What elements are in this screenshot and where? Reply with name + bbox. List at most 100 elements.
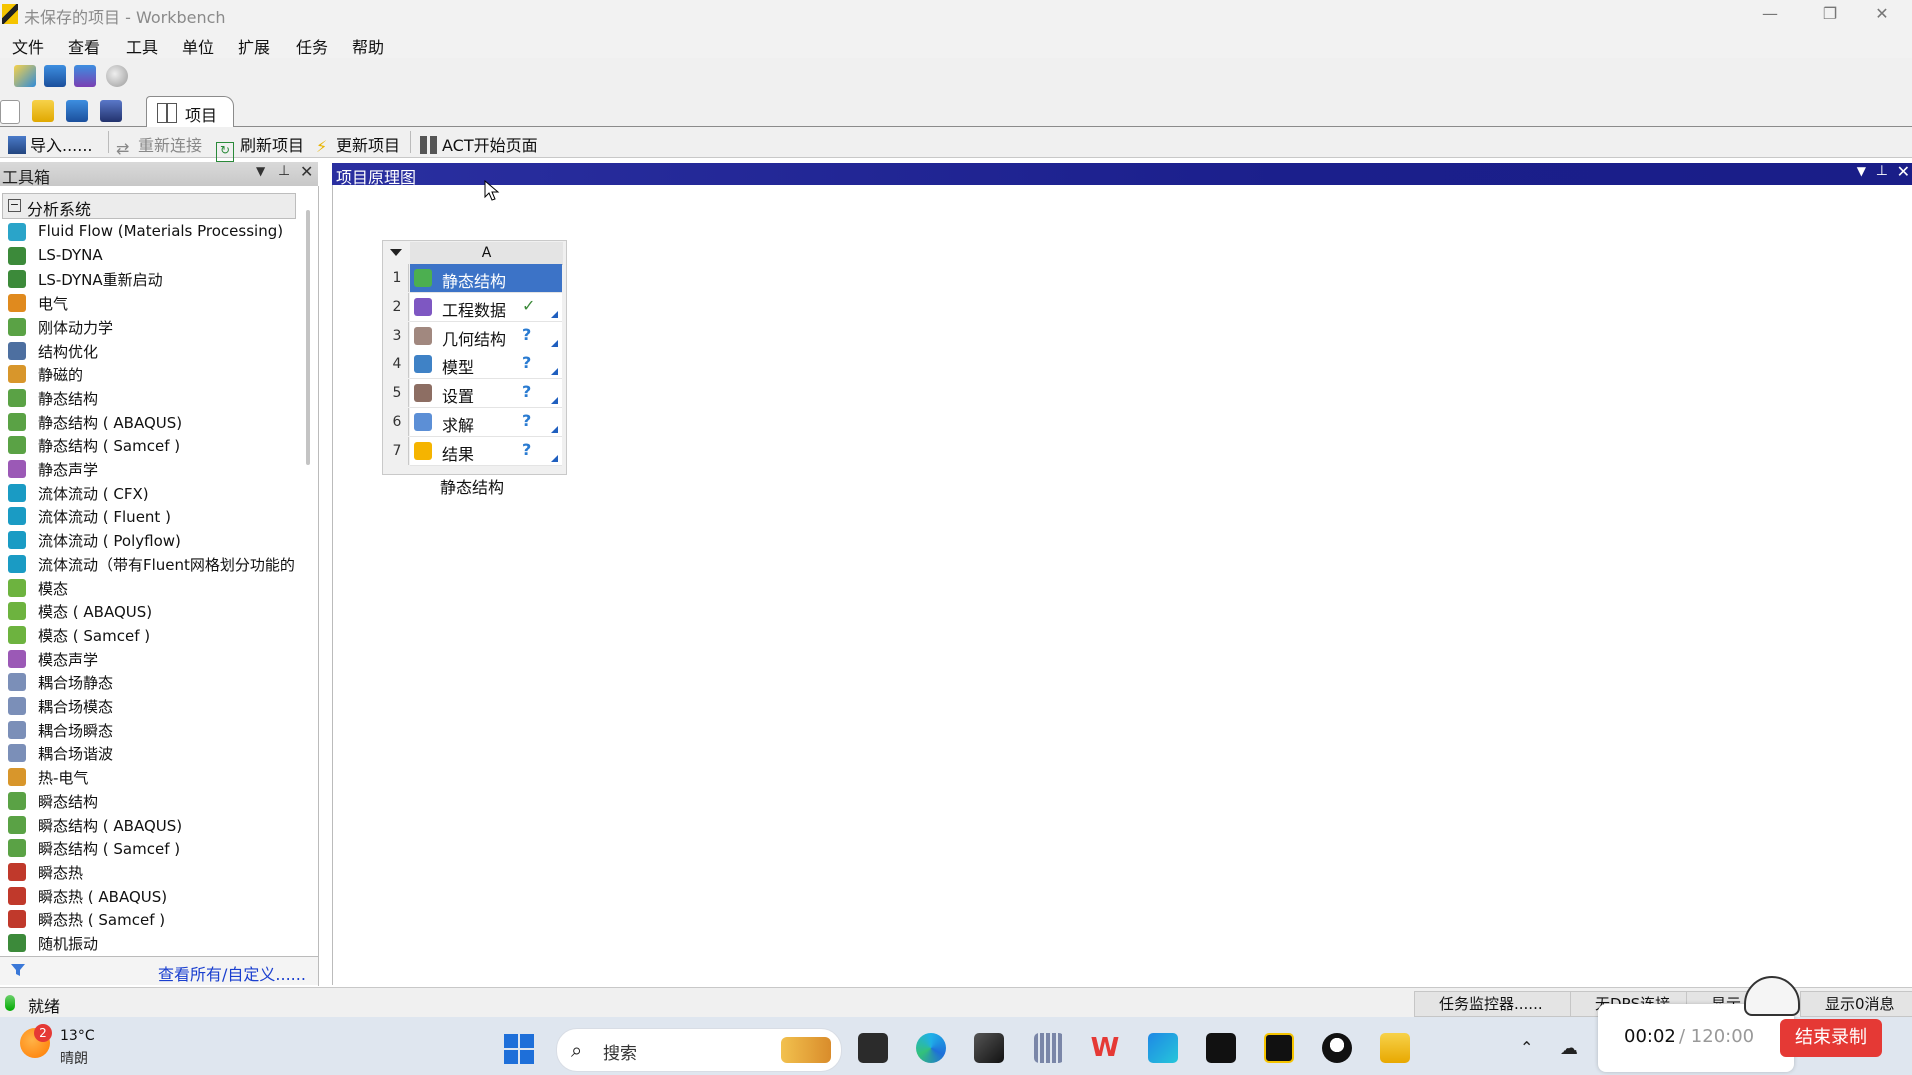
task-monitor-button[interactable]: 任务监控器...... <box>1414 991 1578 1017</box>
schematic-canvas[interactable] <box>332 185 1912 985</box>
toolbox-item[interactable]: 瞬态结构 ( Samcef ) <box>8 836 298 859</box>
toolbox-item[interactable]: 耦合场模态 <box>8 694 298 717</box>
system-cell-row[interactable]: 6 求解? <box>386 408 562 437</box>
feishu-app-icon[interactable] <box>1148 1033 1178 1063</box>
system-cell[interactable]: 模型? <box>410 350 562 380</box>
edge-browser-icon[interactable] <box>916 1033 946 1063</box>
pin-icon[interactable]: ⊥ <box>278 163 290 179</box>
end-recording-button[interactable]: 结束录制 <box>1780 1019 1882 1057</box>
toolbox-item[interactable]: Fluid Flow (Materials Processing) <box>8 220 298 243</box>
toolbox-item[interactable]: LS-DYNA重新启动 <box>8 267 298 290</box>
toolbox-item[interactable]: 流体流动 ( CFX) <box>8 481 298 504</box>
toolbox-item[interactable]: 瞬态热 <box>8 860 298 883</box>
new-icon[interactable] <box>14 65 36 87</box>
pin-icon[interactable]: ⊥ <box>1876 163 1888 179</box>
menu-extensions[interactable]: 扩展 <box>238 34 270 58</box>
system-cell-row[interactable]: 7 结果? <box>386 436 562 466</box>
toolbox-item[interactable]: 静态声学 <box>8 457 298 480</box>
save-as-icon[interactable] <box>74 65 96 87</box>
system-cell-row[interactable]: 4 模型? <box>386 350 562 380</box>
system-dropdown-icon[interactable] <box>388 244 404 260</box>
toolbox-item[interactable]: 刚体动力学 <box>8 315 298 338</box>
system-cell[interactable]: 结果? <box>410 436 562 466</box>
toolbox-item[interactable]: 模态 <box>8 576 298 599</box>
menu-help[interactable]: 帮助 <box>352 34 384 58</box>
mechanical-app-icon[interactable] <box>1264 1033 1294 1063</box>
toolbox-item[interactable]: 瞬态结构 ( ABAQUS) <box>8 813 298 836</box>
toolbox-item[interactable]: 静磁的 <box>8 362 298 385</box>
task-view-icon[interactable] <box>858 1033 888 1063</box>
toolbox-item[interactable]: 耦合场瞬态 <box>8 718 298 741</box>
weather-temperature[interactable]: 13°C <box>60 1028 95 1044</box>
taskbar-search[interactable]: ⌕ 搜索 <box>556 1028 842 1072</box>
close-icon[interactable]: ✕ <box>300 162 313 181</box>
toolbox-item[interactable]: 瞬态热 ( ABAQUS) <box>8 884 298 907</box>
chevron-up-icon[interactable]: ⌃ <box>1520 1038 1533 1057</box>
save-as-project-icon[interactable] <box>100 100 122 122</box>
menu-file[interactable]: 文件 <box>12 34 44 58</box>
chevron-down-icon[interactable]: ▼ <box>256 164 265 178</box>
show-messages-button[interactable]: 显示0消息 <box>1800 991 1912 1017</box>
system-cell-row[interactable]: 2 工程数据 ✓ <box>386 292 562 322</box>
toolbox-item[interactable]: 流体流动 ( Polyflow) <box>8 528 298 551</box>
save-icon[interactable] <box>44 65 66 87</box>
toolbox-item[interactable]: 热-电气 <box>8 765 298 788</box>
system-cell[interactable]: 静态结构 <box>410 264 562 293</box>
toolbox-scrollbar[interactable] <box>306 210 310 465</box>
system-cell[interactable]: 设置? <box>410 379 562 409</box>
minimize-button[interactable]: — <box>1740 0 1800 28</box>
system-cell-row[interactable]: 1 静态结构 <box>386 264 562 293</box>
toolbox-item[interactable]: 流体流动（带有Fluent网格划分功能的 <box>8 552 298 575</box>
category-analysis-systems[interactable]: − 分析系统 <box>2 193 296 219</box>
chevron-down-icon[interactable]: ▼ <box>1857 164 1866 178</box>
toolbox-item[interactable]: 瞬态结构 <box>8 789 298 812</box>
toolbox-item[interactable]: 静态结构 ( Samcef ) <box>8 433 298 456</box>
collapse-icon[interactable]: − <box>8 199 21 212</box>
toolbox-item[interactable]: 模态声学 <box>8 647 298 670</box>
toolbox-item[interactable]: 耦合场静态 <box>8 670 298 693</box>
close-button[interactable]: ✕ <box>1852 0 1912 28</box>
restore-button[interactable]: ❐ <box>1800 0 1860 28</box>
view-all-customize-link[interactable]: 查看所有/自定义...... <box>158 961 306 985</box>
toolbox-item[interactable]: 结构优化 <box>8 339 298 362</box>
network-cloud-icon[interactable]: ☁ <box>1560 1038 1578 1059</box>
toolbox-item[interactable]: LS-DYNA <box>8 244 298 267</box>
qq-app-icon[interactable] <box>1322 1033 1352 1063</box>
menu-tools[interactable]: 工具 <box>126 34 158 58</box>
import-button[interactable]: 导入...... <box>8 132 93 156</box>
menu-view[interactable]: 查看 <box>68 34 100 58</box>
filter-icon[interactable] <box>10 962 26 978</box>
toolbox-item[interactable]: 模态 ( ABAQUS) <box>8 599 298 622</box>
toolbox-item[interactable]: 耦合场谐波 <box>8 741 298 764</box>
open-folder-icon[interactable] <box>32 100 54 122</box>
windows-start-icon[interactable] <box>504 1034 534 1064</box>
toolbox-item[interactable]: 静态结构 <box>8 386 298 409</box>
toolbox-item[interactable]: 模态 ( Samcef ) <box>8 623 298 646</box>
toolbox-item[interactable]: 随机振动 <box>8 931 298 954</box>
weather-condition[interactable]: 晴朗 <box>60 1048 88 1068</box>
toolbox-item[interactable]: 电气 <box>8 291 298 314</box>
disc-icon[interactable] <box>106 65 128 87</box>
update-project-button[interactable]: ⚡ 更新项目 <box>316 132 400 156</box>
toolbox-item[interactable]: 瞬态热 ( Samcef ) <box>8 907 298 930</box>
system-cell[interactable]: 几何结构? <box>410 321 562 351</box>
act-start-page-button[interactable]: ACT开始页面 <box>420 132 538 156</box>
refresh-project-button[interactable]: ↻ 刷新项目 <box>216 132 304 162</box>
system-caption[interactable]: 静态结构 <box>440 474 504 498</box>
system-cell-row[interactable]: 3 几何结构? <box>386 321 562 351</box>
wps-office-icon[interactable]: W <box>1090 1033 1120 1063</box>
system-cell[interactable]: 工程数据 ✓ <box>410 292 562 322</box>
file-explorer-icon[interactable] <box>1380 1033 1410 1063</box>
system-cell-row[interactable]: 5 设置? <box>386 379 562 409</box>
toolbox-item[interactable]: 流体流动 ( Fluent ) <box>8 504 298 527</box>
toolbox-item[interactable]: 静态结构 ( ABAQUS) <box>8 410 298 433</box>
save-project-icon[interactable] <box>66 100 88 122</box>
reconnect-button[interactable]: ⇄ 重新连接 <box>116 132 202 158</box>
cube-app-icon[interactable] <box>974 1033 1004 1063</box>
menu-units[interactable]: 单位 <box>182 34 214 58</box>
system-cell[interactable]: 求解? <box>410 408 562 437</box>
tab-project[interactable]: 项目 <box>146 96 234 127</box>
new-project-icon[interactable] <box>0 100 20 124</box>
menu-jobs[interactable]: 任务 <box>296 34 328 58</box>
close-icon[interactable]: ✕ <box>1897 162 1910 181</box>
